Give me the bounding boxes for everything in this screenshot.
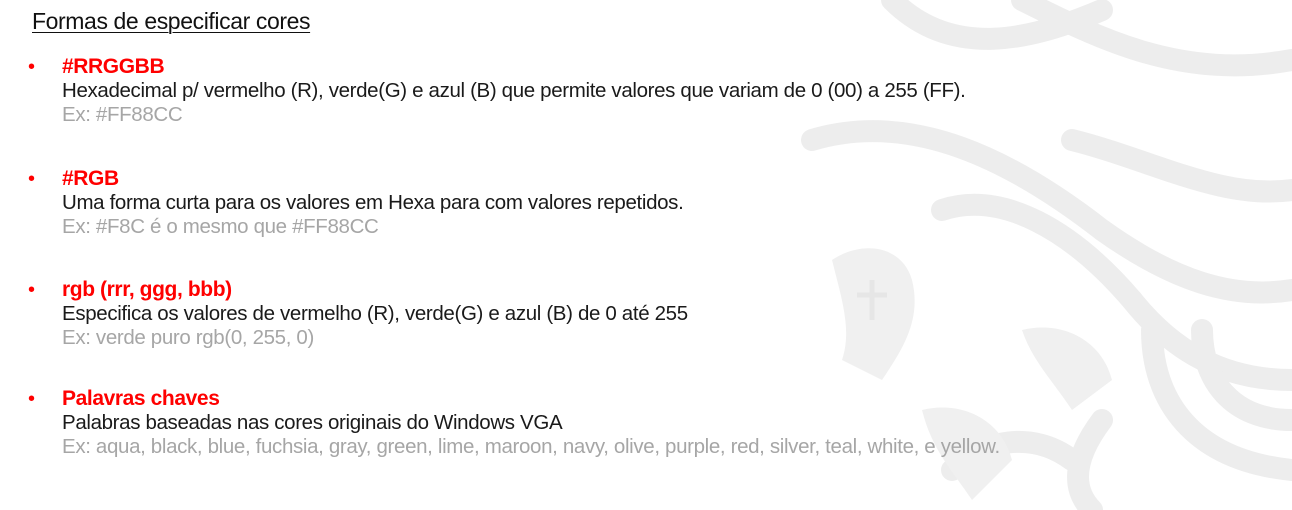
item-heading: #RRGGBB [62, 55, 165, 78]
item-description: Uma forma curta para os valores em Hexa … [62, 191, 684, 214]
item-description: Hexadecimal p/ vermelho (R), verde(G) e … [62, 79, 966, 102]
bullet-icon: • [28, 388, 36, 410]
slide: Formas de especificar cores • #RRGGBB He… [0, 0, 1292, 510]
bullet-icon: • [28, 279, 36, 301]
bullet-icon: • [28, 168, 36, 190]
bullet-icon: • [28, 56, 36, 78]
item-description: Especifica os valores de vermelho (R), v… [62, 302, 688, 325]
item-heading: rgb (rrr, ggg, bbb) [62, 278, 232, 301]
item-example: Ex: verde puro rgb(0, 255, 0) [62, 326, 314, 349]
item-heading: Palavras chaves [62, 387, 220, 410]
item-example: Ex: aqua, black, blue, fuchsia, gray, gr… [62, 435, 1000, 458]
slide-title: Formas de especificar cores [32, 8, 311, 34]
item-heading: #RGB [62, 167, 119, 190]
item-example: Ex: #F8C é o mesmo que #FF88CC [62, 215, 379, 238]
item-example: Ex: #FF88CC [62, 103, 183, 126]
item-description: Palabras baseadas nas cores originais do… [62, 411, 563, 434]
